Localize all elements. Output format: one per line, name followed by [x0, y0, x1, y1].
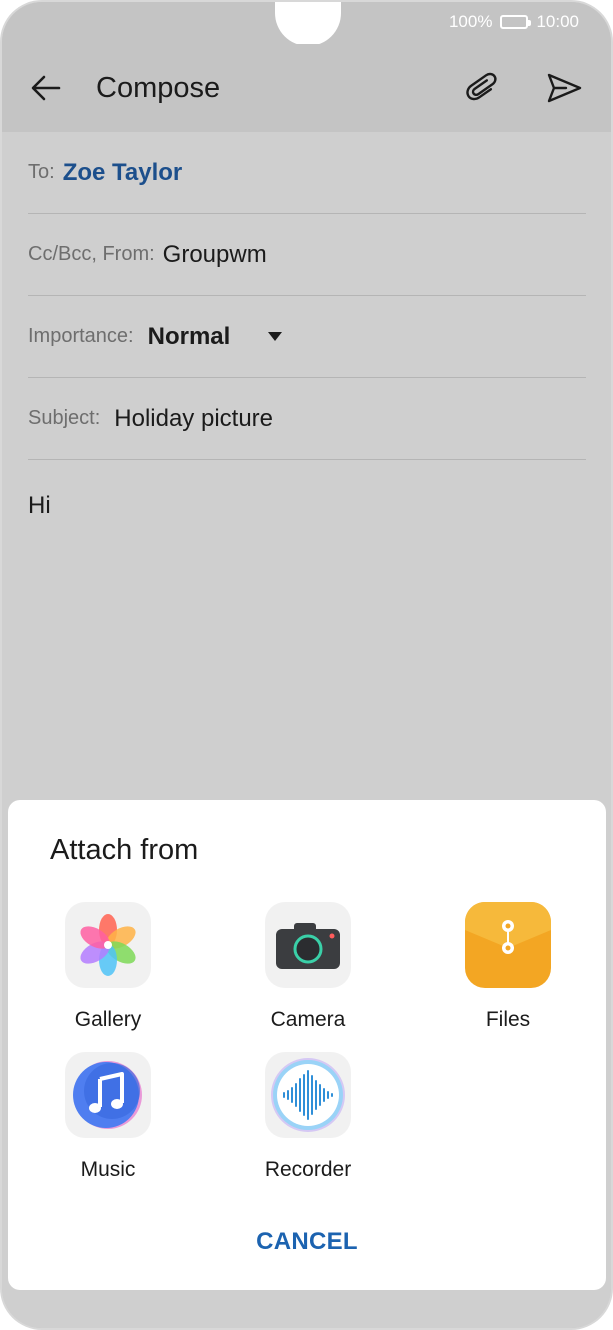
camera-icon	[265, 902, 351, 988]
attach-option-recorder[interactable]: Recorder	[248, 1052, 368, 1192]
option-label: Gallery	[74, 1008, 142, 1031]
subject-input[interactable]: Holiday picture	[114, 405, 273, 433]
gallery-icon	[65, 902, 151, 988]
option-label: Files	[485, 1008, 531, 1031]
compose-form: To: Zoe Taylor Cc/Bcc, From: Groupwm Imp…	[28, 132, 586, 460]
subject-field[interactable]: Subject: Holiday picture	[28, 378, 586, 460]
attach-option-music[interactable]: Music	[48, 1052, 168, 1192]
phone-frame: 100% 10:00 Compose To: Zoe Taylor Cc/Bcc…	[2, 2, 611, 1328]
page-title: Compose	[96, 72, 221, 104]
paperclip-icon	[466, 72, 497, 101]
arrow-left-icon	[31, 75, 61, 101]
ccbcc-from-field[interactable]: Cc/Bcc, From: Groupwm	[28, 214, 586, 296]
message-body[interactable]: Hi	[28, 492, 51, 520]
files-icon	[465, 902, 551, 988]
to-label: To:	[28, 161, 55, 183]
importance-field[interactable]: Importance: Normal	[28, 296, 586, 378]
battery-percent: 100%	[448, 12, 493, 31]
option-label: Recorder	[264, 1158, 352, 1181]
attach-sheet: Attach from Gallery Camera Files Music R…	[8, 800, 606, 1290]
back-button[interactable]	[26, 68, 66, 108]
option-label: Music	[80, 1158, 136, 1181]
cancel-button[interactable]: CANCEL	[8, 1228, 606, 1256]
dropdown-caret-icon[interactable]	[268, 332, 283, 341]
status-right: 100% 10:00	[449, 12, 579, 32]
status-time: 10:00	[536, 12, 579, 31]
screen: 100% 10:00 Compose To: Zoe Taylor Cc/Bcc…	[2, 2, 611, 1328]
option-label: Camera	[270, 1008, 346, 1031]
to-recipient[interactable]: Zoe Taylor	[63, 159, 183, 187]
attach-option-camera[interactable]: Camera	[248, 902, 368, 1042]
recorder-icon	[265, 1052, 351, 1138]
from-value: Groupwm	[162, 240, 267, 268]
importance-value[interactable]: Normal	[148, 323, 231, 351]
attach-option-files[interactable]: Files	[448, 902, 568, 1042]
battery-icon	[500, 15, 532, 29]
ccbcc-label: Cc/Bcc, From:	[28, 243, 155, 265]
music-icon	[65, 1052, 151, 1138]
importance-label: Importance:	[28, 325, 134, 347]
send-button[interactable]	[544, 68, 584, 108]
attach-button[interactable]	[464, 68, 504, 108]
subject-label: Subject:	[28, 407, 101, 429]
attach-option-gallery[interactable]: Gallery	[48, 902, 168, 1042]
send-icon	[547, 73, 582, 103]
sheet-title: Attach from	[50, 834, 199, 866]
to-field[interactable]: To: Zoe Taylor	[28, 132, 586, 214]
app-bar: Compose	[2, 44, 611, 132]
